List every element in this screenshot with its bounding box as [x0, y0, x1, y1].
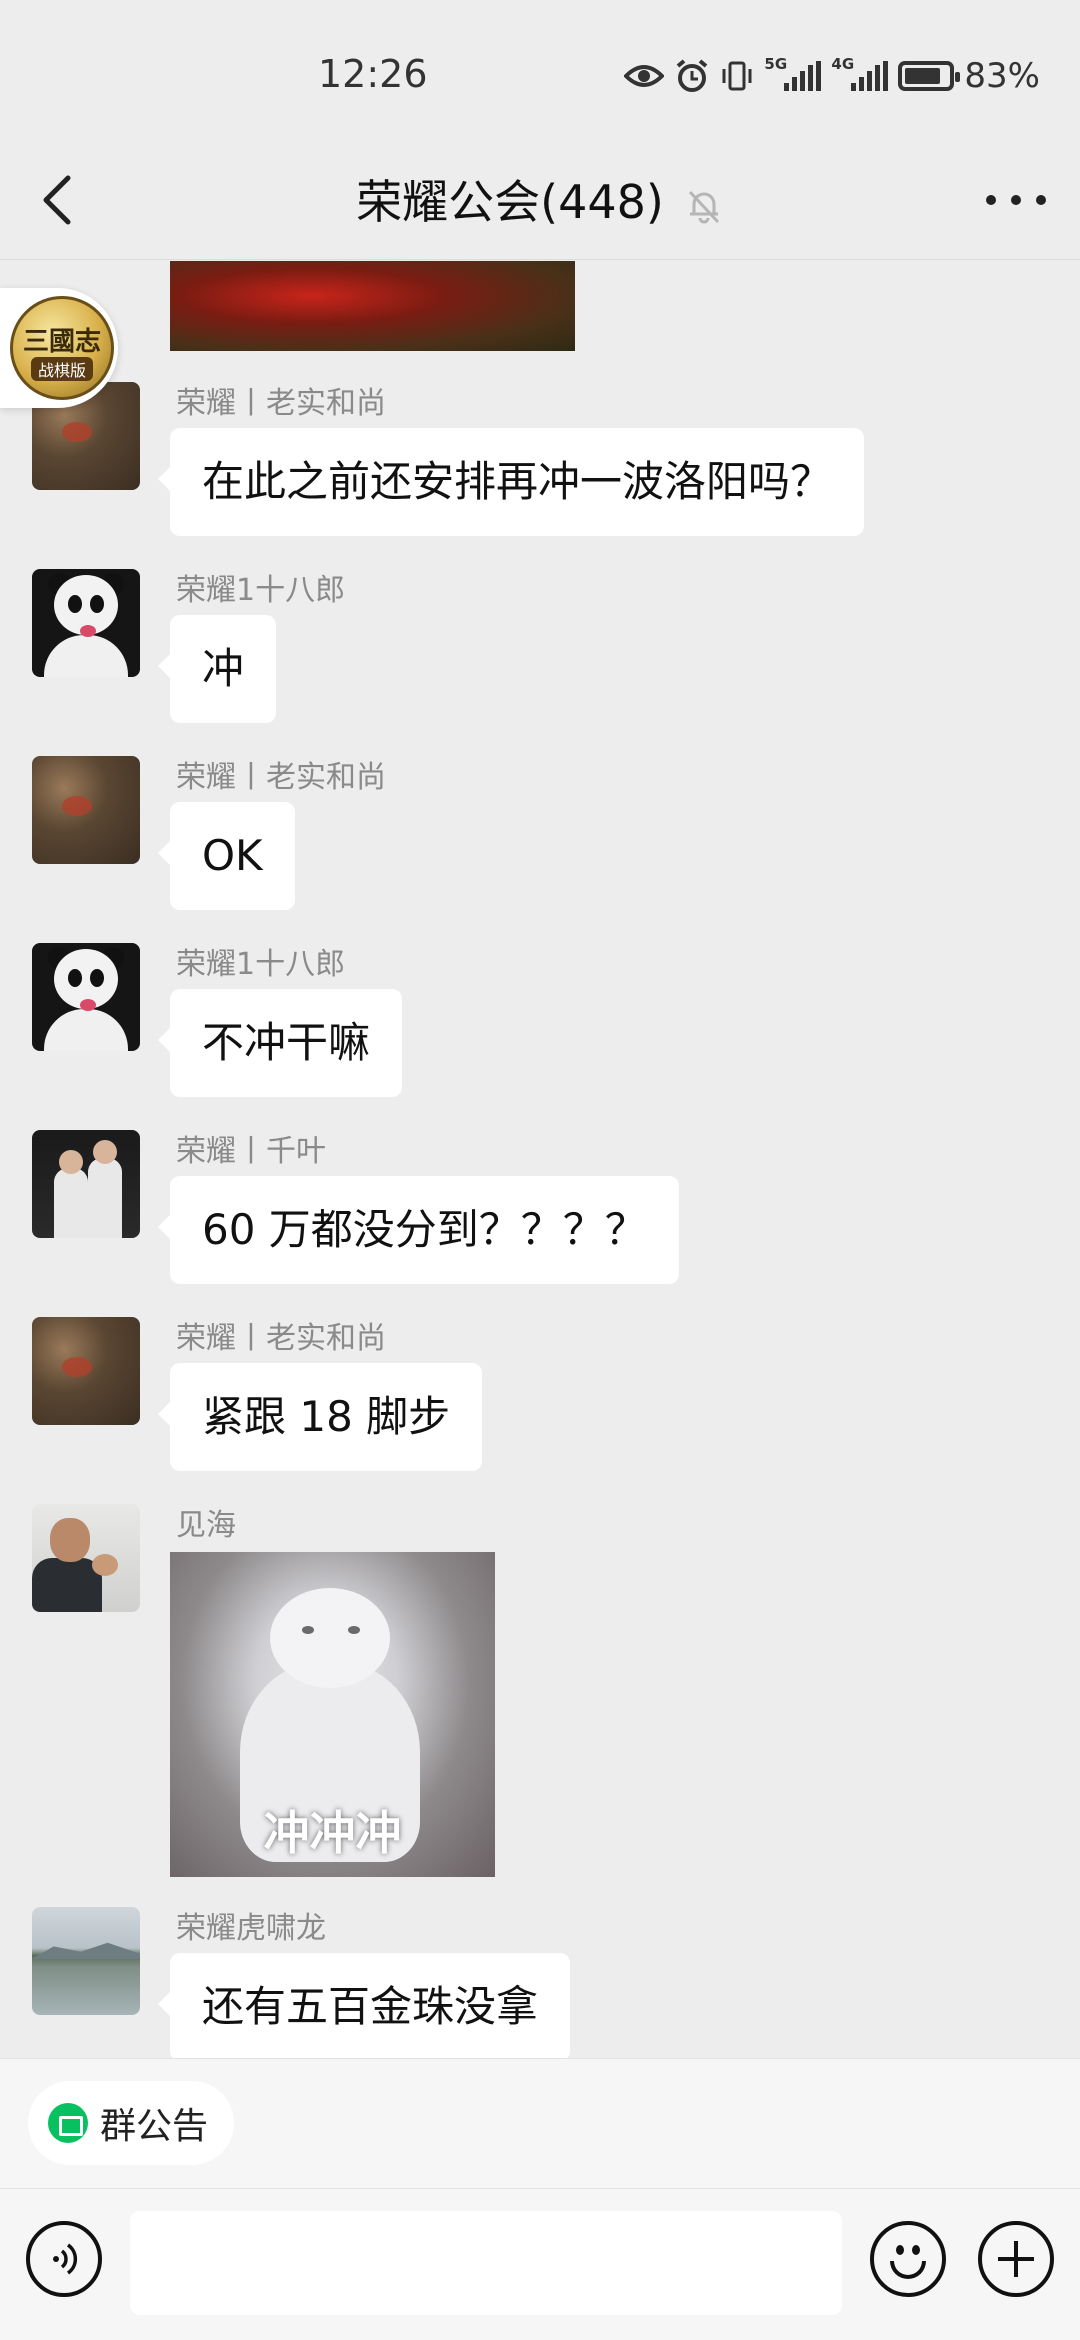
message-input[interactable]	[130, 2211, 842, 2315]
game-logo-icon: 三國志 战棋版	[10, 296, 114, 400]
emoji-button[interactable]	[870, 2221, 946, 2297]
avatar[interactable]	[32, 1130, 140, 1238]
avatar[interactable]	[32, 1907, 140, 2015]
message-bubble[interactable]: OK	[158, 802, 295, 910]
signal1-label: 5G	[764, 55, 788, 73]
chat-header: 荣耀公会(448)	[0, 140, 1080, 260]
sender-name: 荣耀1十八郎	[176, 947, 346, 982]
signal-4g-icon: 4G	[831, 55, 889, 91]
avatar[interactable]	[32, 943, 140, 1051]
sender-name: 荣耀丨老实和尚	[176, 760, 386, 795]
group-notice-button[interactable]: 群公告	[28, 2081, 235, 2165]
sticker-image[interactable]: 冲冲冲	[170, 1552, 495, 1877]
input-bar	[0, 2188, 1080, 2340]
battery-fill	[905, 68, 941, 84]
floating-game-widget[interactable]: 三國志 战棋版	[0, 288, 118, 408]
game-logo-line2: 战棋版	[31, 357, 93, 381]
more-actions-button[interactable]	[978, 2221, 1054, 2297]
status-time: 12:26	[318, 52, 428, 96]
game-logo-line1: 三國志	[22, 327, 101, 357]
dot	[1036, 195, 1046, 205]
smiley-icon	[896, 2245, 904, 2255]
message-bubble[interactable]: 紧跟 18 脚步	[157, 1363, 483, 1471]
more-options-button[interactable]	[986, 180, 1046, 220]
sender-name: 荣耀1十八郎	[176, 573, 346, 608]
avatar[interactable]	[32, 1317, 140, 1425]
sender-name: 荣耀丨老实和尚	[176, 386, 386, 421]
message-bubble[interactable]: 冲	[157, 615, 277, 723]
vibrate-icon	[722, 61, 752, 91]
chat-title: 荣耀公会(448)	[356, 175, 664, 229]
sender-name: 荣耀虎啸龙	[176, 1911, 326, 1946]
mute-bell-icon	[688, 190, 719, 223]
battery-icon	[898, 61, 961, 91]
sender-name: 荣耀丨千叶	[176, 1134, 326, 1169]
sticker-caption: 冲冲冲	[263, 1806, 402, 1860]
dot	[1011, 195, 1021, 205]
status-bar: 12:26 5G 4G 83%	[0, 0, 1080, 140]
avatar[interactable]	[32, 756, 140, 864]
sender-name: 见海	[176, 1508, 236, 1543]
voice-input-button[interactable]	[26, 2221, 102, 2297]
partial-image-message[interactable]	[170, 261, 575, 351]
signal-5g-icon: 5G	[764, 55, 822, 91]
avatar[interactable]	[32, 1504, 140, 1612]
message-bubble[interactable]: 60 万都没分到？？？？	[158, 1176, 679, 1284]
alarm-icon	[677, 59, 708, 92]
eye-icon	[624, 65, 665, 87]
voice-icon	[53, 2243, 78, 2275]
battery-percent: 83%	[964, 56, 1040, 96]
avatar[interactable]	[32, 569, 140, 677]
message-list[interactable]: 荣耀丨老实和尚 在此之前还安排再冲一波洛阳吗？ 荣耀1十八郎 冲 荣耀丨老实和尚…	[0, 261, 1080, 2058]
sender-name: 荣耀丨老实和尚	[176, 1321, 386, 1356]
notice-icon	[48, 2103, 88, 2143]
message-bubble[interactable]: 在此之前还安排再冲一波洛阳吗？	[157, 428, 865, 536]
group-notice-label: 群公告	[100, 2106, 209, 2147]
dot	[986, 195, 996, 205]
status-icons: 5G 4G 83%	[624, 55, 1040, 96]
message-bubble[interactable]: 还有五百金珠没拿	[157, 1953, 571, 2058]
chat-title-wrap[interactable]: 荣耀公会(448)	[0, 166, 1080, 232]
signal2-label: 4G	[831, 55, 855, 73]
message-bubble[interactable]: 不冲干嘛	[157, 989, 403, 1097]
notice-bar: 群公告	[0, 2058, 1080, 2188]
